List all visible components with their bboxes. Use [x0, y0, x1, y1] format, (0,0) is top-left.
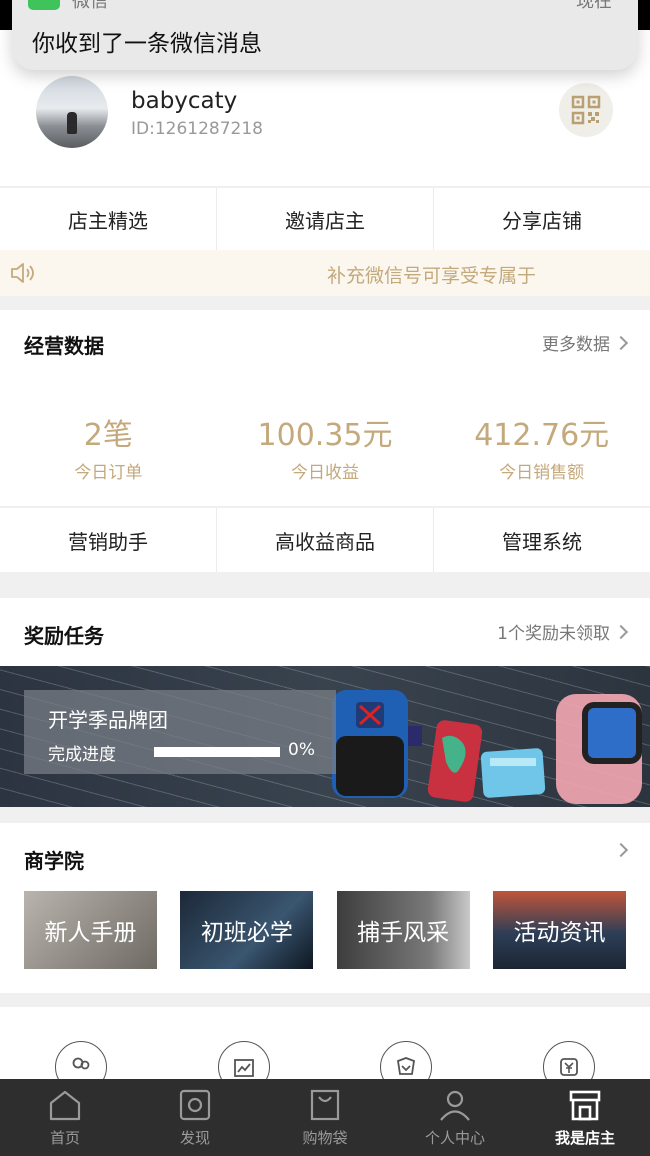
- rewards-title: 奖励任务: [24, 624, 104, 648]
- stat-orders[interactable]: 2笔 今日订单: [0, 410, 217, 483]
- academy-item-catcher-showcase[interactable]: 捕手风采: [336, 891, 470, 969]
- progress-bar: [154, 747, 280, 757]
- chart-icon: [234, 1059, 254, 1077]
- stat-value: 412.76元: [474, 418, 610, 453]
- unclaimed-rewards-label: 1个奖励未领取: [497, 624, 610, 644]
- money-icon: [560, 1058, 578, 1076]
- back-to-school-banner[interactable]: 开学季品牌团 完成进度 0%: [0, 666, 650, 807]
- tools-row: 营销助手 高收益商品 管理系统: [0, 508, 650, 572]
- academy-item-label: 新人手册: [44, 920, 137, 946]
- products-illustration: [332, 690, 642, 804]
- users-icon: [72, 1057, 90, 1070]
- academy-item-label: 活动资讯: [513, 920, 606, 946]
- stat-label: 今日订单: [74, 463, 143, 483]
- discover-icon: [179, 1089, 211, 1121]
- store-icon: [569, 1090, 601, 1121]
- qr-code-icon: [571, 95, 601, 125]
- stat-value: 2笔: [83, 418, 133, 453]
- qr-code-button[interactable]: [559, 83, 613, 137]
- progress-label: 完成进度: [48, 745, 116, 765]
- home-icon: [49, 1090, 81, 1121]
- stat-label: 今日销售额: [499, 463, 585, 483]
- shop-actions-row: 店主精选 邀请店主 分享店铺: [0, 188, 650, 250]
- academy-item-event-news[interactable]: 活动资讯: [492, 891, 626, 969]
- academy-thumbnails: 新人手册 初班必学 捕手风采 活动资讯: [24, 891, 626, 969]
- academy-item-label: 捕手风采: [357, 920, 450, 946]
- academy-section: 商学院 新人手册 初班必学 捕手风采 活动资讯: [0, 823, 650, 993]
- wechat-icon: [28, 0, 60, 10]
- tab-shopping-bag[interactable]: 购物袋: [260, 1079, 390, 1156]
- tab-discover[interactable]: 发现: [130, 1079, 260, 1156]
- academy-more-link[interactable]: [613, 842, 629, 858]
- tab-label: 发现: [179, 1129, 210, 1147]
- tab-label: 个人中心: [424, 1129, 485, 1147]
- tab-personal-center[interactable]: 个人中心: [390, 1079, 520, 1156]
- tab-store-owner[interactable]: 我是店主: [520, 1079, 650, 1156]
- more-data-link[interactable]: 更多数据: [542, 330, 629, 355]
- task-card: 开学季品牌团 完成进度 0%: [24, 690, 336, 774]
- speaker-icon: [11, 263, 34, 283]
- stats-row: 2笔 今日订单 100.35元 今日收益 412.76元 今日销售额: [0, 410, 650, 483]
- business-data-title: 经营数据: [24, 334, 104, 358]
- tab-home[interactable]: 首页: [0, 1079, 130, 1156]
- tab-label: 我是店主: [554, 1129, 615, 1147]
- management-system-button[interactable]: 管理系统: [434, 508, 650, 572]
- share-store-button[interactable]: 分享店铺: [434, 188, 650, 250]
- high-yield-products-button[interactable]: 高收益商品: [217, 508, 434, 572]
- notification-message: 你收到了一条微信消息: [32, 31, 262, 57]
- wechat-notification[interactable]: 微信 现在 你收到了一条微信消息: [12, 0, 638, 70]
- bottom-tab-bar: 首页 发现 购物袋 个人中心 我是店主: [0, 1079, 650, 1156]
- progress-value: 0%: [288, 740, 315, 760]
- badge-icon: [396, 1057, 416, 1075]
- shop-picks-button[interactable]: 店主精选: [0, 188, 217, 250]
- stat-label: 今日收益: [291, 463, 359, 483]
- academy-title: 商学院: [24, 849, 84, 873]
- tab-label: 购物袋: [302, 1129, 348, 1147]
- chevron-right-icon: [613, 624, 629, 639]
- marketing-assistant-button[interactable]: 营销助手: [0, 508, 217, 572]
- stat-sales[interactable]: 412.76元 今日销售额: [433, 410, 650, 483]
- notice-text: 补充微信号可享受专属于: [327, 265, 537, 287]
- user-id: ID:1261287218: [131, 119, 263, 139]
- academy-item-beginner-course[interactable]: 初班必学: [180, 891, 314, 969]
- invite-owner-button[interactable]: 邀请店主: [217, 188, 434, 250]
- username: babycaty: [131, 88, 238, 114]
- more-data-label: 更多数据: [542, 335, 610, 355]
- academy-item-label: 初班必学: [200, 920, 293, 946]
- business-data-section: 经营数据 更多数据 2笔 今日订单 100.35元 今日收益 412.76元 今…: [0, 310, 650, 506]
- task-title: 开学季品牌团: [48, 708, 168, 732]
- avatar[interactable]: [36, 76, 108, 148]
- chevron-right-icon: [613, 335, 629, 350]
- tab-label: 首页: [49, 1129, 80, 1147]
- stat-value: 100.35元: [257, 418, 393, 453]
- person-icon: [440, 1090, 470, 1121]
- stat-earnings[interactable]: 100.35元 今日收益: [217, 410, 434, 483]
- notification-app-name: 微信: [72, 0, 108, 12]
- quick-tools-row: [0, 1007, 650, 1093]
- unclaimed-rewards-link[interactable]: 1个奖励未领取: [497, 619, 629, 644]
- notification-time: 现在: [576, 0, 612, 12]
- chevron-right-icon: [613, 842, 629, 858]
- bag-icon: [310, 1089, 340, 1121]
- notice-bar[interactable]: 补充微信号可享受专属于: [0, 250, 650, 296]
- academy-item-newbie-handbook[interactable]: 新人手册: [24, 891, 157, 969]
